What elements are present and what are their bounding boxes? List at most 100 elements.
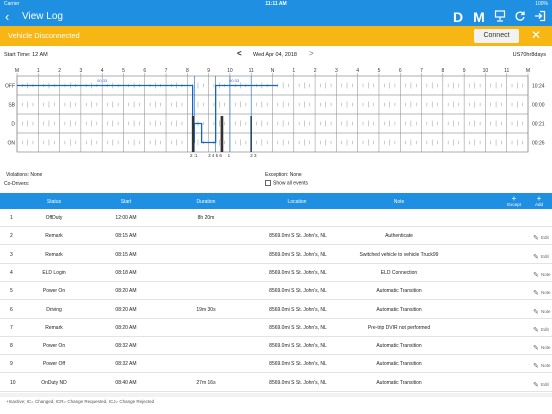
next-day-button[interactable]: >	[309, 49, 314, 58]
cell-note: Automatic Transition	[376, 306, 422, 313]
refresh-icon[interactable]	[513, 10, 527, 24]
except-button[interactable]: + Except	[504, 195, 524, 208]
cell-note: Automatic Transition	[376, 343, 422, 350]
header-duration: Duration	[196, 199, 216, 205]
cell-location: 8569.0mi S St. John's, NL	[269, 343, 327, 350]
inspection-icon[interactable]	[493, 10, 507, 24]
cell-start: 12:00 AM	[115, 215, 137, 221]
cell-num: 6	[10, 306, 13, 313]
hour-label: 9	[207, 68, 210, 74]
cell-num: 7	[10, 324, 13, 331]
cell-start: 08:15 AM	[115, 233, 137, 240]
status-label: OFF	[5, 84, 15, 90]
cell-note: Authenticate	[385, 233, 413, 240]
cell-note: Automatic Transition	[376, 379, 422, 386]
cell-location: 8569.0mi S St. John's, NL	[269, 288, 327, 295]
cell-note: Automatic Transition	[376, 361, 422, 368]
cell-start: 08:20 AM	[115, 288, 137, 295]
cell-start: 08:18 AM	[115, 269, 137, 276]
cell-note: Switched vehicle to vehicle Truck99	[359, 251, 439, 258]
cell-status: OffDuty	[45, 215, 63, 221]
m-button[interactable]: M	[472, 10, 486, 24]
table-row[interactable]: 8 Power On 08:32 AM 8569.0mi S St. John's, …	[0, 337, 552, 356]
hour-label: 2	[314, 68, 317, 74]
pencil-icon: ✎	[533, 290, 539, 298]
table-row[interactable]: 7 Remark 08:20 AM 8569.0mi S St. John's, NL…	[0, 319, 552, 337]
show-all-events-toggle[interactable]: Show all events	[265, 180, 308, 186]
hour-label: 6	[399, 68, 402, 74]
hour-label: N	[271, 68, 275, 74]
except-label: Except	[507, 202, 521, 207]
clock: 11:11 AM	[265, 1, 287, 7]
hour-label: 10	[227, 68, 233, 74]
table-header: Status Start Duration Location Note + Exc…	[0, 193, 552, 209]
start-time-label: Start Time: 12 AM	[4, 52, 48, 58]
table-row[interactable]: 4 ELD Login 08:18 AM 8569.0mi S St. John's,…	[0, 264, 552, 282]
cell-start: 08:15 AM	[115, 251, 137, 258]
header-location: Location	[287, 199, 307, 205]
hour-label: 11	[504, 68, 509, 74]
marker-label: 2 3	[250, 153, 257, 158]
event-label: 00:33	[97, 78, 108, 83]
pencil-icon: ✎	[533, 326, 539, 334]
table-row[interactable]: 2 Remark 08:15 AM 8569.0mi S St. John's, NL…	[0, 227, 552, 246]
pencil-icon: ✎	[533, 381, 539, 389]
table-row[interactable]: 3 Remark 08:15 AM 8569.0mi S St. John's, NL…	[0, 246, 552, 264]
hour-label: 3	[335, 68, 338, 74]
add-button[interactable]: + Add	[529, 194, 549, 208]
cell-location: 8569.0mi S St. John's, NL	[269, 361, 327, 368]
add-label: Add	[534, 202, 543, 207]
table-row[interactable]: 10 OnDuty ND 08:40 AM 27m 16s 8569.0mi S St.…	[0, 374, 552, 392]
cell-num: 8	[10, 343, 13, 350]
cell-note: ELD Connection	[380, 269, 418, 276]
back-button[interactable]: ‹	[5, 9, 9, 24]
cell-status: Remark	[45, 324, 63, 331]
show-all-label: Show all events	[273, 180, 309, 187]
header-note: Note	[393, 199, 405, 205]
cell-num: 10	[10, 379, 16, 386]
hour-label: 8	[441, 68, 444, 74]
event-bar	[221, 116, 224, 152]
prev-day-button[interactable]: <	[237, 49, 242, 58]
hour-label: 6	[143, 68, 146, 74]
table-row[interactable]: 6 Driving 08:20 AM 19m 30s 8569.0mi S St. Jo…	[0, 301, 552, 319]
show-all-checkbox[interactable]	[265, 180, 271, 186]
hour-label: 11	[249, 68, 254, 74]
table-row[interactable]: 9 Power Off 08:32 AM 8569.0mi S St. John's,…	[0, 355, 552, 374]
status-label: SB	[8, 103, 15, 109]
action-label: Note	[541, 363, 551, 369]
cell-status: ELD Login	[42, 269, 66, 276]
hour-label: 7	[420, 68, 423, 74]
cell-num: 1	[10, 215, 13, 221]
duty-status-graph: M 1 2 3 4 5 6 7 8 9 10 11 N 1 2 3 4 5 6 7 8 9 10 11 M OFF 10:24 SB 0…	[5, 68, 545, 158]
cell-start: 08:20 AM	[115, 324, 137, 331]
status-bar: Carrier 11:11 AM 100%	[0, 0, 552, 8]
table-row[interactable]: 5 Power On 08:20 AM 8569.0mi S St. John's, …	[0, 282, 552, 301]
hour-label: M	[526, 68, 530, 74]
action-label: Note	[541, 290, 551, 296]
hour-label: 4	[356, 68, 359, 74]
table-row[interactable]: 1 OffDuty 12:00 AM 8h 20m	[0, 209, 552, 227]
status-total: 00:00	[532, 103, 545, 109]
hour-label: 5	[122, 68, 125, 74]
action-label: Edit	[541, 235, 549, 241]
logout-icon[interactable]	[533, 10, 547, 24]
connect-button[interactable]: Connect	[474, 29, 519, 43]
battery-label: 100%	[535, 1, 548, 7]
plus-icon: +	[536, 194, 542, 203]
action-label: Note	[541, 271, 551, 277]
action-label: Note	[541, 345, 551, 351]
cell-location: 8569.0mi S St. John's, NL	[269, 306, 327, 313]
d-button[interactable]: D	[451, 10, 465, 24]
hour-label: 1	[37, 68, 40, 74]
hour-label: 4	[101, 68, 104, 74]
hour-label: M	[15, 68, 19, 74]
cell-num: 5	[10, 288, 13, 295]
close-icon[interactable]: ✕	[531, 28, 541, 43]
cell-location: 8569.0mi S St. John's, NL	[269, 324, 327, 331]
status-label: ON	[8, 141, 16, 147]
exception-label: Exception: None	[265, 172, 302, 178]
marker-label: 1	[228, 153, 231, 158]
cell-status: Driving	[46, 306, 62, 313]
cell-note: Pre-trip DVIR not performed	[367, 324, 431, 331]
